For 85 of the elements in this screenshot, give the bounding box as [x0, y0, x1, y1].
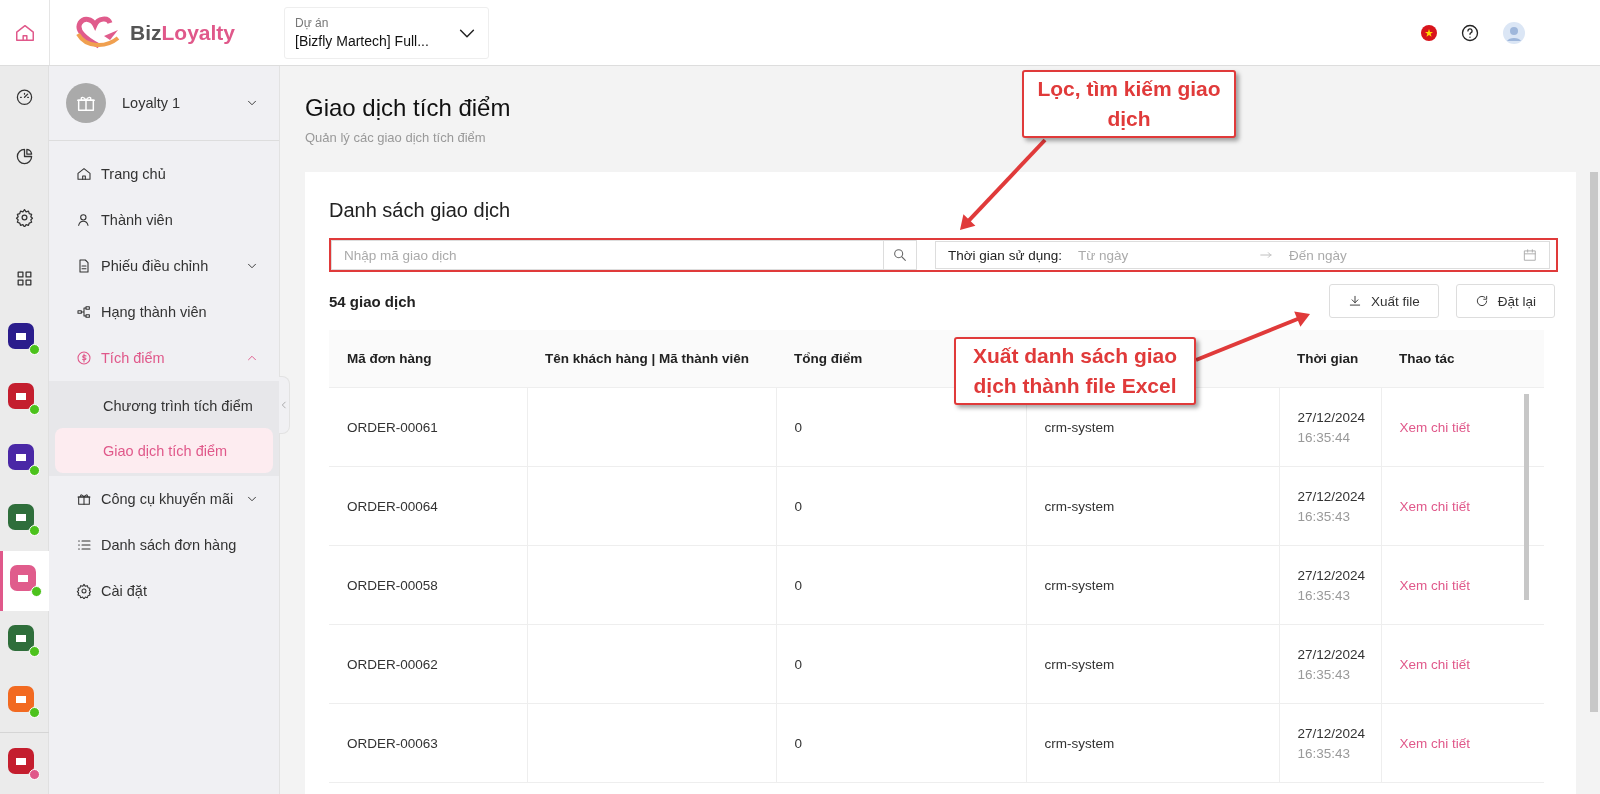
table-cell: 0 [794, 498, 802, 514]
table-cell: ORDER-00064 [347, 498, 438, 514]
scrollbar[interactable] [1590, 172, 1598, 712]
table-cell: 0 [794, 419, 802, 435]
table-cell: crm-system [1044, 656, 1115, 672]
download-icon [1347, 294, 1362, 308]
table-cell: ORDER-00062 [347, 656, 438, 672]
help-icon [1460, 22, 1480, 43]
page-subtitle: Quản lý các giao dịch tích điểm [305, 130, 487, 145]
scrollbar[interactable] [1524, 394, 1529, 600]
card-title: Danh sách giao dịch [329, 199, 512, 222]
end-date-field[interactable]: Đến ngày [1286, 246, 1509, 264]
view-details-link[interactable]: Xem chi tiết [1399, 419, 1471, 435]
gear-icon[interactable] [14, 207, 34, 227]
date-text: 27/12/2024 [1297, 725, 1363, 741]
column-header: Mã đơn hàng [329, 330, 527, 388]
reset-button[interactable]: Đặt lại [1455, 284, 1555, 318]
workspace-name: Loyalty 1 [122, 95, 182, 111]
sidebar-item[interactable]: Danh sách đơn hàng [49, 522, 279, 568]
pie-chart-icon[interactable] [14, 147, 34, 167]
column-header: Thao tác [1381, 330, 1544, 388]
time-text: 16:35:43 [1297, 587, 1352, 603]
gift-icon [76, 491, 92, 507]
view-details-link[interactable]: Xem chi tiết [1399, 577, 1471, 593]
app-icon[interactable] [8, 504, 40, 537]
search-field[interactable]: Nhập mã giao dịch [331, 240, 917, 270]
table-cell: crm-system [1044, 498, 1115, 514]
sidebar-item[interactable]: Phiếu điều chỉnh [49, 243, 279, 289]
logo-text: BizLoyalty [130, 20, 236, 45]
date-text: 27/12/2024 [1297, 646, 1363, 662]
page-title: Giao dịch tích điểm [305, 94, 511, 122]
table-cell: 0 [794, 656, 802, 672]
sidebar-subitem[interactable]: Chương trình tích điểm [55, 383, 273, 428]
sidebar-item[interactable]: Cài đặt [49, 568, 279, 614]
date-text: 27/12/2024 [1297, 488, 1363, 504]
hierarchy-icon [76, 304, 92, 320]
document-icon [76, 258, 92, 274]
app-icon[interactable] [8, 383, 40, 416]
reload-icon [1474, 294, 1489, 308]
export-button[interactable]: Xuất file [1328, 284, 1439, 318]
callout-note: Xuất danh sách giao dịch thành file Excel [954, 337, 1196, 405]
transaction-count: 54 giao dịch [329, 292, 416, 310]
time-text: 16:35:44 [1297, 429, 1352, 445]
gear-icon [76, 583, 92, 599]
sidebar-item[interactable]: Hạng thành viên [49, 289, 279, 335]
column-header: Tên khách hàng | Mã thành viên [527, 330, 776, 388]
table-cell: 0 [794, 577, 802, 593]
user-icon [76, 212, 92, 228]
app-switcher-item[interactable] [0, 550, 49, 612]
table-cell: 0 [794, 735, 802, 751]
table-cell: crm-system [1044, 419, 1115, 435]
app-icon[interactable] [8, 443, 40, 476]
table-cell: crm-system [1044, 735, 1115, 751]
view-details-link[interactable]: Xem chi tiết [1399, 498, 1471, 514]
time-text: 16:35:43 [1297, 508, 1352, 524]
sidebar-item[interactable]: Trang chủ [49, 151, 279, 197]
sidebar-item[interactable]: Thành viên [49, 197, 279, 243]
search-input[interactable]: Nhập mã giao dịch [332, 247, 883, 263]
start-date-field[interactable]: Từ ngày [1075, 246, 1245, 264]
view-details-link[interactable]: Xem chi tiết [1399, 735, 1471, 751]
collapse-handle[interactable] [279, 376, 290, 434]
project-dropdown[interactable]: Dự án [Bizfly Martech] Full... [284, 6, 489, 59]
date-filter-label: Thời gian sử dụng: [948, 247, 1062, 263]
time-text: 16:35:43 [1297, 745, 1352, 761]
add-app-icon[interactable] [8, 747, 40, 780]
table-cell: ORDER-00058 [347, 577, 438, 593]
table-cell: ORDER-00063 [347, 735, 438, 751]
callout-note: Lọc, tìm kiếm giao dịch [1022, 70, 1236, 138]
table-cell: ORDER-00061 [347, 419, 438, 435]
column-header: Thời gian [1279, 330, 1381, 388]
dollar-icon [76, 350, 92, 366]
time-text: 16:35:43 [1297, 666, 1352, 682]
sidebar-item[interactable]: Công cụ khuyến mãi [49, 476, 279, 522]
app-icon[interactable] [8, 322, 40, 355]
date-text: 27/12/2024 [1297, 409, 1363, 425]
view-details-link[interactable]: Xem chi tiết [1399, 656, 1471, 672]
home-icon [76, 166, 92, 182]
flag-icon[interactable] [1420, 23, 1438, 42]
calendar-icon [1523, 248, 1537, 262]
table-cell: crm-system [1044, 577, 1115, 593]
search-icon [892, 247, 908, 263]
list-icon [76, 537, 92, 553]
date-text: 27/12/2024 [1297, 567, 1363, 583]
chevron-left-icon [279, 400, 289, 410]
app-icon[interactable] [8, 625, 40, 658]
